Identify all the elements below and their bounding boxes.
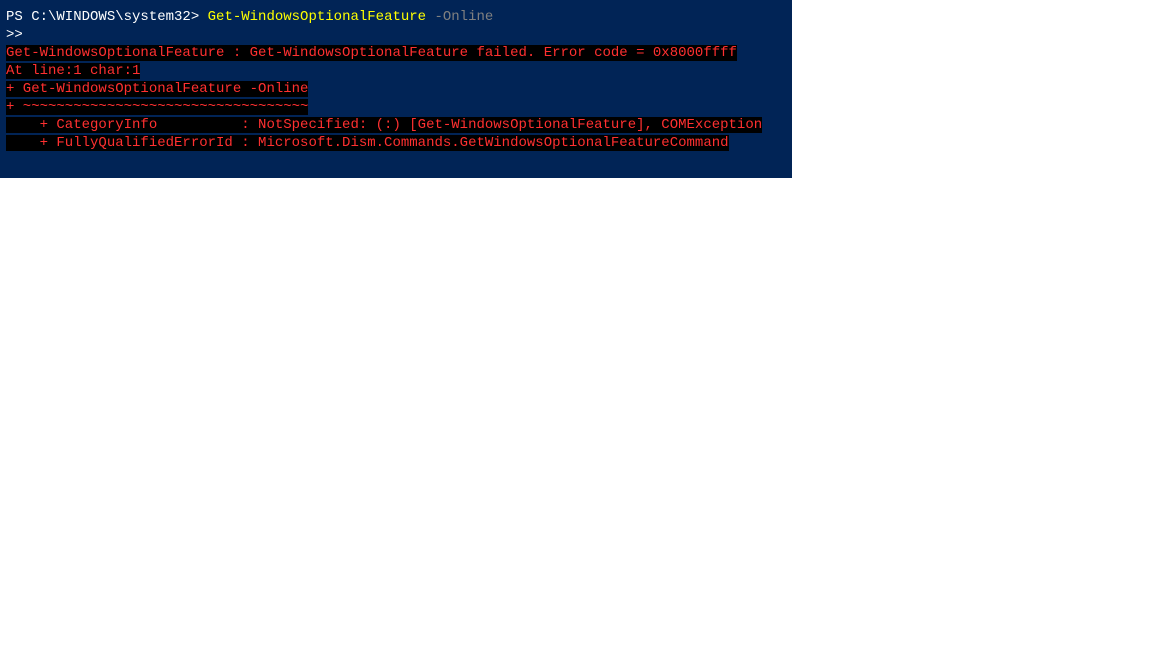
error-line-4: + ~~~~~~~~~~~~~~~~~~~~~~~~~~~~~~~~~~ bbox=[6, 98, 792, 116]
error-line-6: + FullyQualifiedErrorId : Microsoft.Dism… bbox=[6, 134, 792, 152]
error-line-2: At line:1 char:1 bbox=[6, 62, 792, 80]
continuation-prompt: >> bbox=[6, 26, 792, 44]
prompt-path: PS C:\WINDOWS\system32> bbox=[6, 9, 208, 25]
prompt-argument: -Online bbox=[426, 9, 493, 25]
error-line-1: Get-WindowsOptionalFeature : Get-Windows… bbox=[6, 44, 792, 62]
powershell-console[interactable]: PS C:\WINDOWS\system32> Get-WindowsOptio… bbox=[0, 0, 792, 178]
prompt-command: Get-WindowsOptionalFeature bbox=[208, 9, 426, 25]
error-line-3: + Get-WindowsOptionalFeature -Online bbox=[6, 80, 792, 98]
error-line-5: + CategoryInfo : NotSpecified: (:) [Get-… bbox=[6, 116, 792, 134]
prompt-line: PS C:\WINDOWS\system32> Get-WindowsOptio… bbox=[6, 8, 792, 26]
